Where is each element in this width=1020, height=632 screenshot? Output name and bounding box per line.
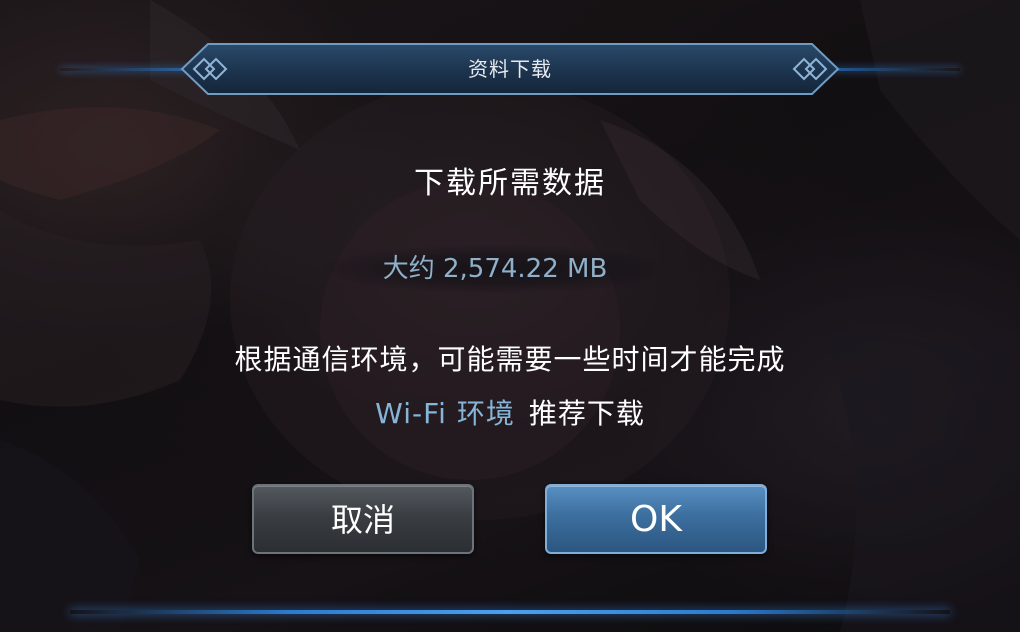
recommend-download-text: 推荐下载: [528, 397, 645, 430]
network-note-text: 根据通信环境，可能需要一些时间才能完成: [234, 343, 786, 376]
download-size-text: 大约 2,574.22 MB: [382, 254, 608, 284]
cancel-button[interactable]: 取消: [252, 484, 474, 554]
wifi-environment-text: Wi-Fi 环境: [375, 397, 515, 430]
dialog-header-title: 资料下载: [468, 57, 552, 81]
footer-glow-line: [70, 610, 950, 614]
game-screen: 资料下载 下载所需数据 大约 2,574.22 MB 根据通信环境，可能需要一些…: [0, 0, 1020, 632]
download-main-title: 下载所需数据: [414, 166, 606, 201]
ok-button[interactable]: OK: [545, 484, 767, 554]
wifi-recommendation: Wi-Fi 环境 推荐下载: [0, 392, 1020, 432]
